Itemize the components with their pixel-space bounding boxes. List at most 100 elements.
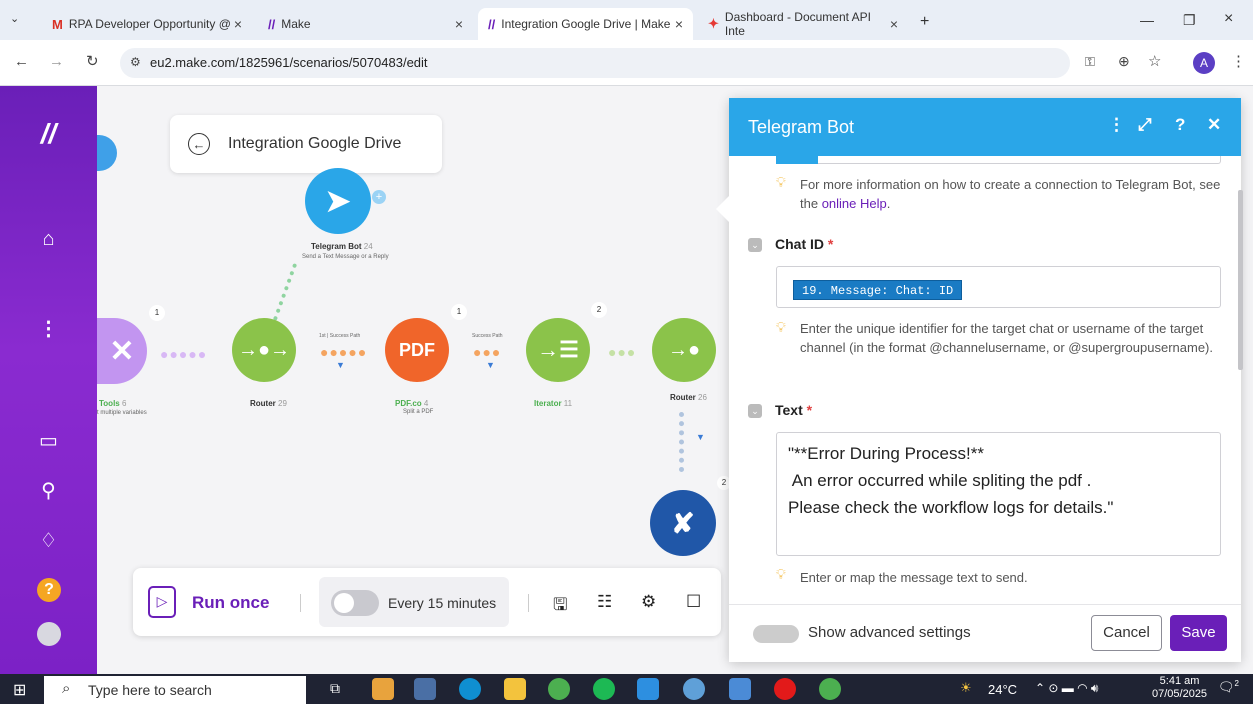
pdfco-node[interactable]: PDF — [385, 318, 449, 382]
connection-hint: For more information on how to create a … — [800, 177, 1221, 211]
notifications-bell-icon[interactable]: ♢ — [0, 528, 97, 553]
opera-icon[interactable] — [774, 678, 796, 700]
panel-scrollbar[interactable] — [1238, 190, 1243, 370]
password-key-icon[interactable]: ⚿ — [1085, 54, 1095, 70]
advanced-settings-toggle[interactable] — [753, 625, 799, 643]
windows-start-icon[interactable]: ⊞ — [13, 680, 26, 700]
divider — [528, 594, 529, 612]
copilot-icon[interactable] — [372, 678, 394, 700]
router-node[interactable]: →●→ — [232, 318, 296, 382]
edge-icon[interactable] — [459, 678, 481, 700]
back-circle-icon[interactable]: ← — [188, 133, 210, 155]
cancel-button[interactable]: Cancel — [1091, 615, 1162, 651]
tab-make[interactable]: // Make × — [258, 8, 473, 40]
telegram-bot-node[interactable]: ➤ — [305, 168, 371, 234]
close-icon[interactable]: × — [675, 16, 683, 32]
message-text[interactable]: "**Error During Process!** An error occu… — [788, 440, 1208, 521]
iterator-node[interactable]: →☰ — [526, 318, 590, 382]
back-arrow-icon[interactable]: ← — [14, 53, 29, 70]
connector-dots[interactable]: ●●● — [473, 344, 501, 360]
rocket-icon[interactable]: ⚲ — [0, 478, 97, 503]
more-options-icon[interactable]: ⋮ — [1108, 115, 1125, 135]
help-icon[interactable]: ? — [37, 578, 61, 602]
photos-icon[interactable] — [729, 678, 751, 700]
weather-temp[interactable]: 24°C — [988, 682, 1017, 697]
site-info-icon[interactable]: ⚙ — [130, 55, 141, 69]
online-help-link[interactable]: online Help — [822, 196, 887, 211]
scenario-title[interactable]: Integration Google Drive — [228, 135, 401, 153]
connector-dots[interactable]: ●●●●● — [160, 346, 207, 362]
connector-dots[interactable]: ●●●●● — [320, 344, 367, 360]
profile-avatar[interactable]: A — [1193, 52, 1215, 74]
filter-icon[interactable]: ▼ — [696, 432, 705, 442]
tab-label: Integration Google Drive | Make — [501, 17, 671, 31]
task-view-icon[interactable]: ⧉ — [330, 680, 340, 697]
docs-book-icon[interactable]: ▭ — [0, 428, 97, 453]
close-icon[interactable]: × — [455, 16, 463, 32]
filter-icon[interactable]: ▼ — [336, 360, 345, 370]
mapped-value-pill[interactable]: 19. Message: Chat: ID — [793, 280, 963, 300]
vscode-icon[interactable] — [637, 678, 659, 700]
search-icon: ⌕ — [62, 680, 71, 697]
save-disk-icon[interactable]: 🖫 — [553, 592, 567, 621]
tab-integration-google-drive[interactable]: // Integration Google Drive | Make × — [478, 8, 693, 40]
chrome-icon[interactable] — [548, 678, 570, 700]
taskbar-search[interactable]: Type here to search — [44, 676, 306, 704]
pdfco-module-node[interactable]: ✘ — [650, 490, 716, 556]
pdfco-icon: ✦ — [708, 16, 719, 31]
restore-button[interactable]: ❐ — [1183, 12, 1196, 29]
home-icon[interactable]: ⌂ — [0, 228, 97, 251]
add-module-icon[interactable]: + — [372, 190, 386, 204]
run-once-play-icon[interactable]: ▷ — [148, 586, 176, 618]
router-node-label: Router 29 — [250, 399, 287, 408]
expand-icon[interactable]: ⤢ — [1138, 115, 1152, 135]
connector-down[interactable] — [679, 412, 684, 472]
user-avatar[interactable] — [37, 622, 61, 646]
close-icon[interactable]: × — [234, 16, 242, 32]
connection-add-button[interactable] — [776, 156, 818, 164]
help-question-icon[interactable]: ? — [1175, 115, 1185, 135]
make-logo-icon[interactable]: // — [0, 118, 97, 150]
minimize-button[interactable]: — — [1140, 12, 1154, 28]
settings-gear-icon[interactable]: ⚙ — [641, 592, 656, 612]
close-window-button[interactable]: × — [1224, 10, 1233, 28]
app-icon[interactable] — [414, 678, 436, 700]
reload-icon[interactable]: ↻ — [86, 52, 99, 70]
run-once-button[interactable]: Run once — [192, 593, 269, 613]
more-menu-icon[interactable]: ⋮ — [1231, 52, 1246, 70]
tab-gmail[interactable]: M RPA Developer Opportunity @ × — [42, 8, 252, 40]
close-icon[interactable]: × — [890, 16, 898, 32]
schedule-label[interactable]: Every 15 minutes — [388, 595, 496, 611]
chrome-alt-icon[interactable] — [819, 678, 841, 700]
zoom-icon[interactable]: ⊕ — [1118, 53, 1130, 70]
connector-dots[interactable]: ●●● — [608, 344, 636, 360]
tab-dashboard[interactable]: ✦ Dashboard - Document API Inte × — [698, 8, 908, 40]
auto-align-icon[interactable]: ☷ — [597, 592, 612, 612]
chevron-down-icon[interactable]: ⌄ — [748, 404, 762, 418]
url-field[interactable]: eu2.make.com/1825961/scenarios/5070483/e… — [120, 48, 1070, 78]
close-panel-icon[interactable]: ✕ — [1207, 115, 1221, 135]
schedule-toggle[interactable] — [331, 590, 379, 616]
bookmark-star-icon[interactable]: ☆ — [1148, 52, 1161, 70]
tab-search-icon[interactable]: ⌄ — [10, 12, 19, 25]
router-node[interactable]: →● — [652, 318, 716, 382]
pdfco-node-label: PDF.co 4 — [395, 399, 429, 408]
file-explorer-icon[interactable] — [504, 678, 526, 700]
chrome-profile-icon[interactable] — [683, 678, 705, 700]
system-tray-icons[interactable]: ⌃ ⊙ ▬ ◠ 🔊︎ — [1035, 681, 1098, 696]
save-button[interactable]: Save — [1170, 615, 1227, 651]
scenario-title-card: ← Integration Google Drive — [170, 115, 442, 173]
filter-icon[interactable]: ▼ — [486, 360, 495, 370]
more-dots-icon[interactable]: ⋮ — [0, 316, 97, 341]
advanced-settings-label[interactable]: Show advanced settings — [808, 624, 971, 641]
connection-select[interactable] — [776, 156, 1221, 164]
new-tab-button[interactable]: + — [920, 13, 929, 31]
notification-center-icon[interactable]: 🗨︎2 — [1218, 679, 1239, 695]
spotify-icon[interactable] — [593, 678, 615, 700]
weather-icon: ☀ — [960, 680, 972, 695]
chevron-down-icon[interactable]: ⌄ — [748, 238, 762, 252]
operation-count-badge: 1 — [149, 305, 165, 321]
taskbar-clock[interactable]: 5:41 am 07/05/2025 — [1152, 675, 1207, 701]
notes-icon[interactable]: ☐ — [686, 592, 701, 612]
forward-arrow-icon[interactable]: → — [49, 53, 64, 70]
